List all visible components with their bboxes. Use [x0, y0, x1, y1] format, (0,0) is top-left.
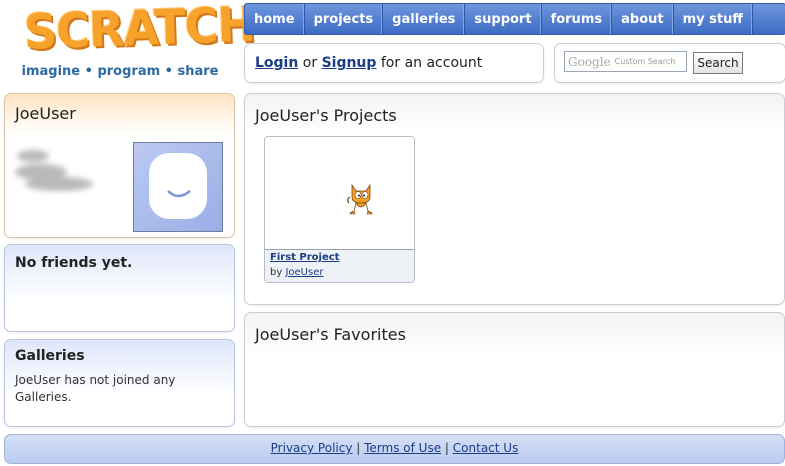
search-placeholder: Custom Search — [614, 57, 676, 66]
login-link[interactable]: Login — [255, 55, 298, 71]
galleries-panel: Galleries JoeUser has not joined any Gal… — [4, 339, 235, 427]
footer-links: Privacy Policy | Terms of Use | Contact … — [5, 441, 784, 455]
favorites-title: JoeUser's Favorites — [255, 325, 406, 344]
profile-panel: JoeUser — [4, 93, 235, 238]
tagline: imagine • program • share — [21, 64, 219, 79]
search-bar: Google Custom Search Search — [554, 43, 785, 83]
nav-home[interactable]: home — [245, 4, 305, 34]
project-by-label: by — [270, 267, 283, 278]
google-logo: Google — [568, 54, 611, 69]
project-thumbnail[interactable] — [265, 137, 414, 250]
footer-separator: | — [444, 441, 449, 455]
privacy-policy-link[interactable]: Privacy Policy — [271, 441, 353, 455]
footer: Privacy Policy | Terms of Use | Contact … — [4, 434, 785, 464]
project-byline: by JoeUser — [270, 267, 323, 278]
nav-galleries[interactable]: galleries — [383, 4, 466, 34]
search-button[interactable]: Search — [693, 52, 743, 74]
nav-support[interactable]: support — [465, 4, 542, 34]
profile-username: JoeUser — [15, 104, 76, 123]
scratch-cat-icon — [347, 183, 373, 215]
search-input[interactable]: Google Custom Search — [564, 51, 687, 72]
galleries-title: Galleries — [15, 348, 85, 364]
login-or-text: or — [302, 55, 318, 71]
project-card[interactable]: First Project by JoeUser — [264, 136, 415, 283]
projects-title: JoeUser's Projects — [255, 106, 397, 125]
terms-of-use-link[interactable]: Terms of Use — [364, 441, 441, 455]
nav-about[interactable]: about — [612, 4, 674, 34]
nav-my-stuff[interactable]: my stuff — [674, 4, 753, 34]
friends-panel: No friends yet. — [4, 244, 235, 332]
projects-panel: JoeUser's Projects First Project by JoeU… — [244, 93, 785, 305]
favorites-panel: JoeUser's Favorites — [244, 312, 785, 427]
main-nav: home projects galleries support forums a… — [244, 3, 785, 35]
contact-us-link[interactable]: Contact Us — [453, 441, 519, 455]
galleries-text: JoeUser has not joined any Galleries. — [15, 373, 176, 404]
project-meta: First Project by JoeUser — [265, 250, 414, 282]
logo-text: SCRATCH — [23, 0, 256, 61]
signup-link[interactable]: Signup — [322, 55, 377, 71]
scratch-logo[interactable]: SCRATCH — [23, 0, 256, 64]
login-prompt: Login or Signup for an account — [255, 55, 482, 71]
nav-projects[interactable]: projects — [305, 4, 384, 34]
footer-separator: | — [356, 441, 361, 455]
nav-forums[interactable]: forums — [542, 4, 613, 34]
project-title-link[interactable]: First Project — [270, 252, 339, 263]
default-avatar-icon — [149, 153, 207, 219]
avatar[interactable] — [133, 142, 223, 232]
login-suffix-text: for an account — [380, 55, 483, 71]
blurred-image — [15, 150, 93, 191]
project-author-link[interactable]: JoeUser — [285, 267, 323, 278]
login-bar: Login or Signup for an account — [244, 43, 544, 83]
friends-title: No friends yet. — [15, 255, 133, 271]
